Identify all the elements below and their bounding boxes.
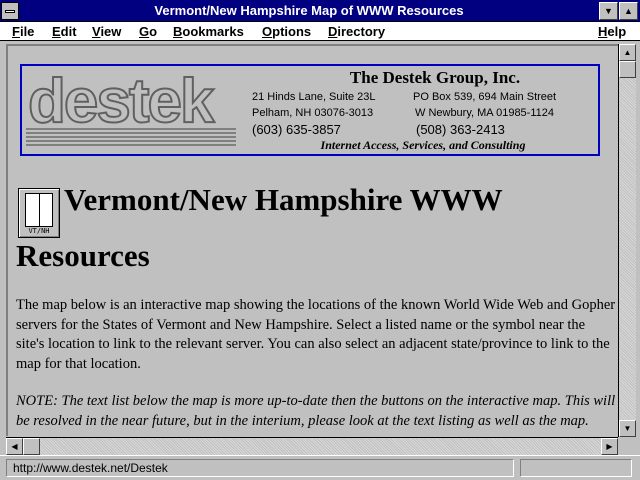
address-right-line1: PO Box 539, 694 Main Street: [413, 91, 557, 103]
vt-nh-icon-label: VT/NH: [28, 227, 50, 235]
phone-right: (508) 363-2413: [416, 122, 505, 137]
logo-stripes: [26, 128, 236, 148]
system-menu-icon[interactable]: [1, 2, 19, 20]
vertical-scroll-track[interactable]: [619, 61, 636, 420]
intro-paragraph: The map below is an interactive map show…: [16, 297, 616, 372]
scroll-up-button[interactable]: ▲: [619, 44, 636, 61]
menu-view[interactable]: View: [92, 24, 121, 39]
page-title-continued: Resources: [16, 238, 150, 273]
page-title: Vermont/New Hampshire WWW: [64, 182, 503, 217]
address-left-line2: Pelham, NH 03076-3013: [252, 107, 374, 119]
scroll-right-button[interactable]: ▶: [601, 438, 618, 455]
address-right-line2: W Newbury, MA 01985-1124: [415, 107, 554, 119]
menu-bookmarks[interactable]: Bookmarks: [173, 24, 244, 39]
address-left-line1: 21 Hinds Lane, Suite 23L: [252, 91, 376, 103]
vertical-scroll-thumb[interactable]: [619, 61, 636, 78]
menu-file[interactable]: File: [12, 24, 34, 39]
menu-go[interactable]: Go: [139, 24, 157, 39]
menu-edit[interactable]: Edit: [52, 24, 77, 39]
scroll-left-button[interactable]: ◀: [6, 438, 23, 455]
horizontal-scroll-track[interactable]: [23, 438, 601, 455]
note-paragraph: NOTE: The text list below the map is mor…: [16, 393, 616, 429]
menu-bar: File Edit View Go Bookmarks Options Dire…: [0, 22, 640, 41]
company-name: The Destek Group, Inc.: [349, 68, 521, 87]
vertical-scrollbar[interactable]: ▲ ▼: [618, 44, 636, 437]
maximize-button[interactable]: ▲: [619, 2, 638, 20]
scroll-down-button[interactable]: ▼: [619, 420, 636, 437]
window-title: Vermont/New Hampshire Map of WWW Resourc…: [154, 3, 464, 18]
status-progress: [520, 459, 632, 477]
title-bar: Vermont/New Hampshire Map of WWW Resourc…: [0, 0, 640, 22]
menu-options[interactable]: Options: [262, 24, 311, 39]
minimize-button[interactable]: ▼: [599, 2, 618, 20]
menu-directory[interactable]: Directory: [328, 24, 385, 39]
page-content[interactable]: destek The Destek Group, Inc. 21 Hinds L…: [6, 44, 618, 436]
vt-nh-map-icon[interactable]: VT/NH: [18, 188, 60, 238]
status-bar: http://www.destek.net/Destek: [0, 455, 640, 480]
banner-tagline: Internet Access, Services, and Consultin…: [320, 138, 526, 152]
horizontal-scrollbar[interactable]: ◀ ▶: [6, 437, 618, 455]
status-url: http://www.destek.net/Destek: [6, 459, 514, 477]
horizontal-scroll-thumb[interactable]: [23, 438, 40, 455]
phone-left: (603) 635-3857: [252, 122, 341, 137]
destek-banner-link[interactable]: destek The Destek Group, Inc. 21 Hinds L…: [20, 64, 600, 156]
menu-help[interactable]: Help: [598, 24, 626, 39]
